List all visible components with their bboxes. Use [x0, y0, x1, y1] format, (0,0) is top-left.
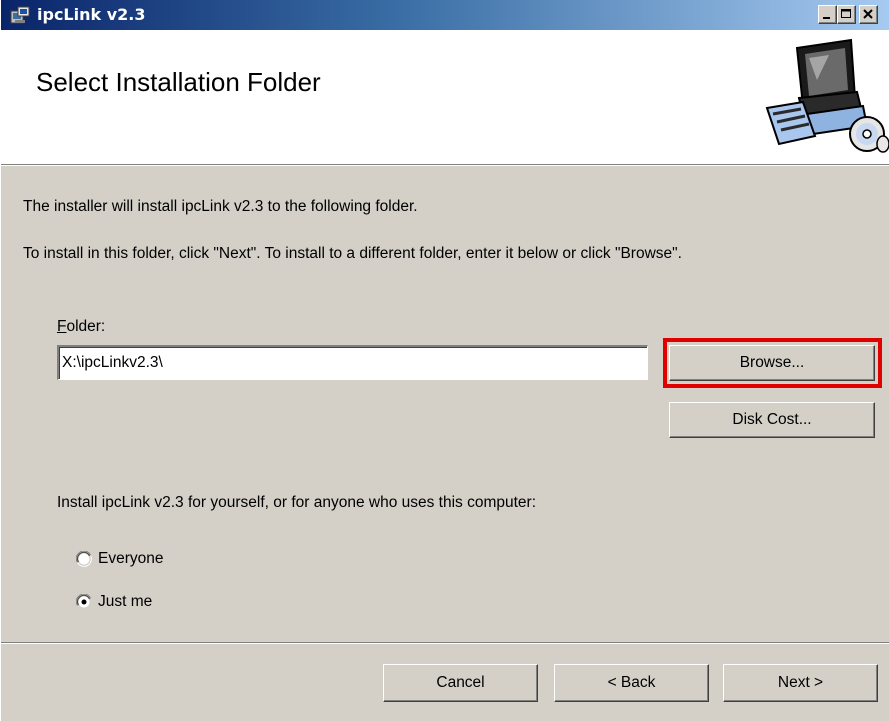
close-button[interactable] [859, 5, 878, 24]
radio-just-me-label: Just me [98, 593, 153, 610]
minimize-icon [823, 17, 830, 19]
close-icon [863, 9, 873, 19]
installer-app-icon [9, 5, 31, 25]
back-button[interactable]: < Back [554, 664, 709, 702]
radio-unselected-icon[interactable] [75, 550, 92, 567]
folder-path-input[interactable] [57, 345, 648, 380]
install-location-text: The installer will install ipcLink v2.3 … [23, 198, 418, 215]
folder-label-rest: older: [66, 318, 106, 335]
maximize-button[interactable] [837, 5, 856, 24]
cancel-button[interactable]: Cancel [383, 664, 538, 702]
banner-divider-highlight [1, 165, 889, 166]
computer-setup-icon [759, 36, 889, 156]
footer-divider-highlight [1, 643, 889, 644]
instruction-text: To install in this folder, click "Next".… [23, 245, 682, 262]
window-title: ipcLink v2.3 [37, 5, 146, 24]
disk-cost-button[interactable]: Disk Cost... [669, 402, 875, 438]
page-title: Select Installation Folder [36, 67, 321, 97]
minimize-button[interactable] [818, 5, 837, 24]
install-scope-text: Install ipcLink v2.3 for yourself, or fo… [57, 494, 537, 511]
maximize-icon [841, 9, 851, 18]
title-bar[interactable]: ipcLink v2.3 [1, 0, 889, 30]
radio-selected-icon[interactable] [75, 593, 92, 610]
folder-label: Folder: [57, 318, 105, 336]
radio-everyone-label: Everyone [98, 550, 164, 567]
installer-window: ipcLink v2.3 Select Installation Folder [0, 0, 889, 721]
next-button[interactable]: Next > [723, 664, 878, 702]
browse-button[interactable]: Browse... [669, 345, 875, 381]
